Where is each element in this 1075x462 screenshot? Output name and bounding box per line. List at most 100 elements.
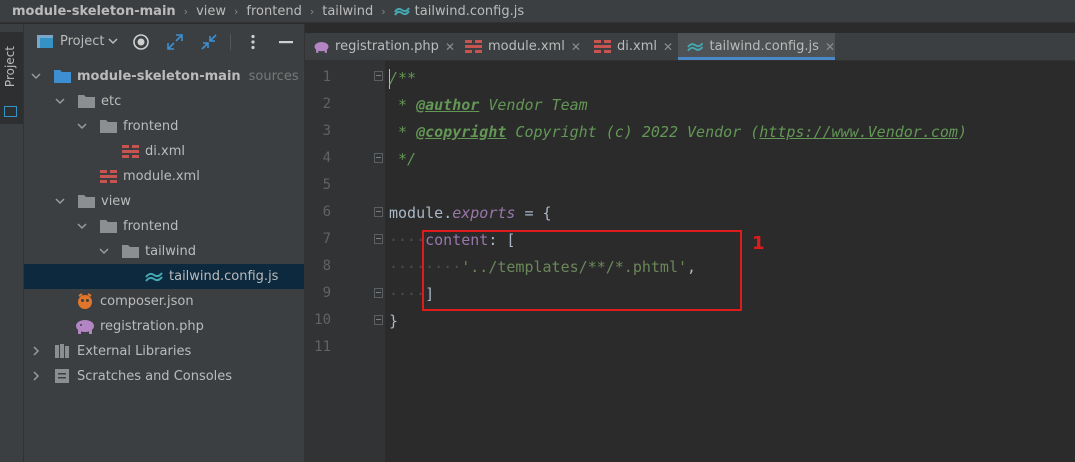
doc-star: * — [389, 96, 417, 114]
tree-item-di-xml[interactable]: di.xml — [24, 139, 304, 164]
folder-icon — [54, 70, 71, 83]
folder-icon — [100, 120, 117, 133]
code-line-4: */ — [389, 150, 417, 168]
tree-item-project-root[interactable]: module-skeleton-main sources roo — [24, 64, 324, 89]
scratches-icon — [55, 369, 69, 383]
tailwind-file-icon — [393, 7, 410, 16]
tab-registration-php[interactable]: registration.php ✕ — [305, 33, 455, 60]
tab-label: di.xml — [617, 39, 657, 54]
php-file-icon — [76, 320, 94, 334]
project-window-icon — [4, 106, 17, 117]
code-line-10: } — [389, 312, 399, 330]
collapse-all-icon[interactable] — [200, 33, 218, 51]
tree-item-label: frontend — [123, 219, 179, 234]
fold-marker-icon[interactable] — [374, 207, 383, 217]
line-number: 6 — [322, 204, 331, 220]
more-options-icon[interactable] — [244, 33, 262, 51]
chevron-down-icon — [108, 38, 119, 45]
breadcrumb-file[interactable]: tailwind.config.js — [415, 4, 524, 19]
doc-tag: @author — [416, 96, 480, 114]
tab-di-xml[interactable]: di.xml ✕ — [594, 33, 679, 60]
tree-item-label: tailwind — [145, 244, 197, 259]
breadcrumb-separator: › — [309, 4, 315, 18]
tree-item-label: module.xml — [123, 169, 200, 184]
tree-item-registration-php[interactable]: registration.php — [24, 314, 304, 339]
fold-marker-icon[interactable] — [374, 315, 383, 325]
folder-icon — [78, 95, 95, 108]
tailwind-file-icon — [687, 42, 704, 51]
tailwind-file-icon — [145, 272, 163, 282]
tree-item-tailwind-config[interactable]: tailwind.config.js — [24, 264, 304, 289]
chevron-down-icon[interactable] — [54, 95, 66, 107]
tab-label: registration.php — [335, 39, 439, 54]
chevron-right-icon[interactable] — [30, 345, 42, 357]
code-line-6: module.exports = { — [389, 204, 552, 222]
breadcrumb-frontend[interactable]: frontend — [246, 4, 301, 19]
tree-item-label: tailwind.config.js — [169, 269, 279, 284]
editor-tabs: registration.php ✕ module.xml ✕ di.xml ✕… — [305, 33, 1075, 61]
line-number: 4 — [322, 150, 331, 166]
breadcrumb-view[interactable]: view — [196, 4, 226, 19]
xml-file-icon — [465, 40, 482, 53]
breadcrumb-project[interactable]: module-skeleton-main — [12, 4, 176, 19]
chevron-down-icon[interactable] — [76, 120, 88, 132]
locate-icon[interactable] — [132, 33, 150, 51]
doc-link[interactable]: https://www.Vendor.com — [759, 123, 958, 141]
xml-file-icon — [122, 145, 139, 158]
line-number: 3 — [322, 123, 331, 139]
tree-item-etc-frontend[interactable]: frontend — [24, 114, 304, 139]
fold-marker-icon[interactable] — [374, 153, 383, 163]
tree-item-label: frontend — [123, 119, 179, 134]
chevron-down-icon[interactable] — [54, 195, 66, 207]
line-number: 5 — [322, 177, 331, 193]
tree-item-external-libraries[interactable]: External Libraries — [24, 339, 304, 364]
highlight-label: 1 — [752, 233, 765, 254]
doc-tag: @copyright — [416, 123, 507, 141]
tree-item-label: Scratches and Consoles — [77, 369, 233, 384]
fold-marker-icon[interactable] — [374, 234, 383, 244]
tree-item-view[interactable]: view — [24, 189, 304, 214]
left-tool-strip: Project — [0, 24, 24, 462]
line-number: 7 — [322, 231, 331, 247]
breadcrumb: module-skeleton-main › view › frontend ›… — [0, 0, 1075, 23]
close-icon[interactable]: ✕ — [445, 40, 455, 54]
tab-tailwind-config-js[interactable]: tailwind.config.js ✕ — [678, 33, 835, 60]
line-number: 10 — [314, 312, 331, 328]
project-view-selector[interactable]: Project — [36, 33, 119, 49]
tree-item-label: registration.php — [100, 319, 204, 334]
chevron-down-icon[interactable] — [76, 220, 88, 232]
composer-file-icon — [78, 293, 92, 309]
tree-item-view-frontend[interactable]: frontend — [24, 214, 304, 239]
php-file-icon — [314, 41, 329, 53]
code-line-2: * @author Vendor Team — [389, 96, 588, 114]
tree-item-name: module-skeleton-main — [77, 69, 241, 84]
line-number: 11 — [314, 339, 331, 355]
fold-marker-icon[interactable] — [374, 71, 383, 81]
chevron-down-icon[interactable] — [30, 70, 42, 82]
fold-marker-icon[interactable] — [374, 288, 383, 298]
tree-item-tailwind[interactable]: tailwind — [24, 239, 304, 264]
doc-text: Copyright (c) 2022 Vendor ( — [506, 123, 760, 141]
folder-icon — [122, 245, 139, 258]
close-icon[interactable]: ✕ — [663, 40, 673, 54]
tree-item-etc[interactable]: etc — [24, 89, 304, 114]
chevron-down-icon[interactable] — [98, 245, 110, 257]
xml-file-icon — [594, 40, 611, 53]
breadcrumb-tailwind[interactable]: tailwind — [322, 4, 373, 19]
xml-file-icon — [100, 170, 117, 183]
expand-all-icon[interactable] — [166, 33, 184, 51]
chevron-right-icon[interactable] — [30, 370, 42, 382]
tree-item-module-xml[interactable]: module.xml — [24, 164, 304, 189]
breadcrumb-separator: › — [381, 4, 386, 18]
hide-panel-icon[interactable] — [277, 33, 295, 51]
tree-item-label: composer.json — [100, 294, 194, 309]
code-line-3: * @copyright Copyright (c) 2022 Vendor (… — [389, 123, 967, 141]
code-whitespace: ···· — [389, 231, 426, 249]
close-icon[interactable]: ✕ — [825, 40, 835, 54]
tree-item-scratches[interactable]: Scratches and Consoles — [24, 364, 304, 389]
close-icon[interactable]: ✕ — [571, 40, 581, 54]
doc-text-end: ) — [957, 123, 967, 141]
tree-item-composer-json[interactable]: composer.json — [24, 289, 304, 314]
tab-module-xml[interactable]: module.xml ✕ — [465, 33, 585, 60]
project-tool-tab[interactable]: Project — [0, 32, 23, 124]
